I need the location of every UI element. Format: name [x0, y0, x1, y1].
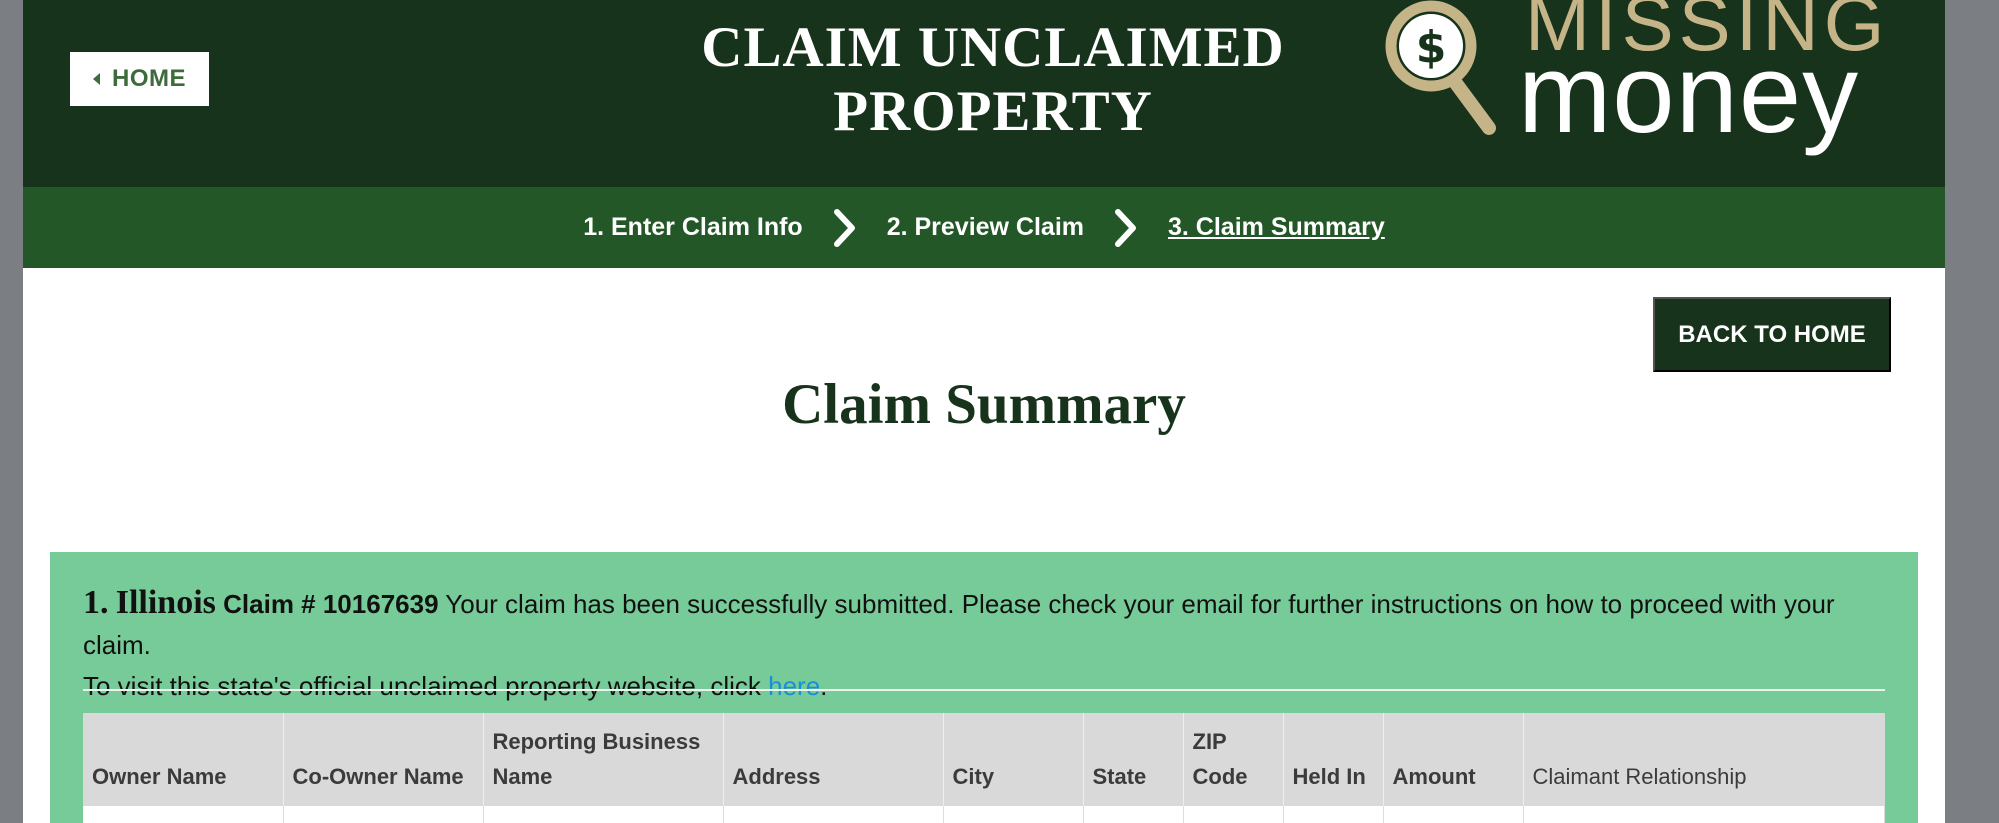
home-button[interactable]: HOME: [70, 52, 209, 106]
col-co-owner-name: Co-Owner Name: [283, 713, 484, 806]
back-to-home-button[interactable]: BACK TO HOME: [1653, 297, 1891, 372]
table-cell: [483, 806, 724, 823]
table-cell: [1183, 806, 1284, 823]
state-website-link[interactable]: here: [768, 671, 820, 701]
site-header: HOME CLAIM UNCLAIMED PROPERTY $ MISSING …: [23, 0, 1945, 187]
claim-index: 1.: [83, 584, 109, 621]
col-held-in: Held In: [1283, 713, 1384, 806]
claim-result-panel: 1. Illinois Claim # 10167639 Your claim …: [50, 552, 1918, 823]
col-owner-name: Owner Name: [83, 713, 284, 806]
col-reporting-business-name: Reporting Business Name: [483, 713, 724, 806]
table-cell: [83, 806, 284, 823]
col-zip-code: ZIP Code: [1183, 713, 1284, 806]
col-state: State: [1083, 713, 1184, 806]
col-city: City: [943, 713, 1084, 806]
table-cell: [943, 806, 1084, 823]
page: HOME CLAIM UNCLAIMED PROPERTY $ MISSING …: [23, 0, 1945, 823]
col-address: Address: [723, 713, 944, 806]
claim-table: Owner Name Co-Owner Name Reporting Busin…: [83, 713, 1885, 823]
visit-text: To visit this state's official unclaimed…: [83, 671, 761, 701]
table-cell: [1283, 806, 1384, 823]
magnifier-dollar-icon: $: [1385, 0, 1496, 135]
caret-left-icon: [93, 73, 100, 85]
site-title: CLAIM UNCLAIMED PROPERTY: [701, 16, 1285, 143]
table-row: [83, 806, 1885, 823]
step-claim-summary[interactable]: 3. Claim Summary: [1168, 213, 1385, 242]
table-cell: [1523, 806, 1885, 823]
svg-text:$: $: [1416, 22, 1447, 73]
missing-money-logo[interactable]: $ MISSING money: [1383, 0, 1923, 187]
table-cell: [723, 806, 944, 823]
chevron-right-icon: [827, 206, 863, 250]
logo-money-text: money: [1518, 31, 1860, 156]
claim-state: Illinois: [115, 584, 216, 621]
step-enter-claim-info[interactable]: 1. Enter Claim Info: [583, 213, 802, 242]
home-button-label: HOME: [112, 65, 186, 92]
divider: [83, 689, 1885, 691]
table-header-row: Owner Name Co-Owner Name Reporting Busin…: [83, 713, 1885, 806]
table-cell: [283, 806, 484, 823]
col-amount: Amount: [1383, 713, 1524, 806]
page-title: Claim Summary: [782, 373, 1186, 436]
claim-number: Claim # 10167639: [223, 589, 439, 619]
claim-stepper: 1. Enter Claim Info 2. Preview Claim 3. …: [23, 187, 1945, 268]
chevron-right-icon: [1108, 206, 1144, 250]
step-preview-claim[interactable]: 2. Preview Claim: [887, 213, 1084, 242]
col-claimant-relationship: Claimant Relationship: [1532, 764, 1747, 789]
table-cell: [1383, 806, 1524, 823]
link-suffix: .: [820, 671, 828, 701]
table-cell: [1083, 806, 1184, 823]
